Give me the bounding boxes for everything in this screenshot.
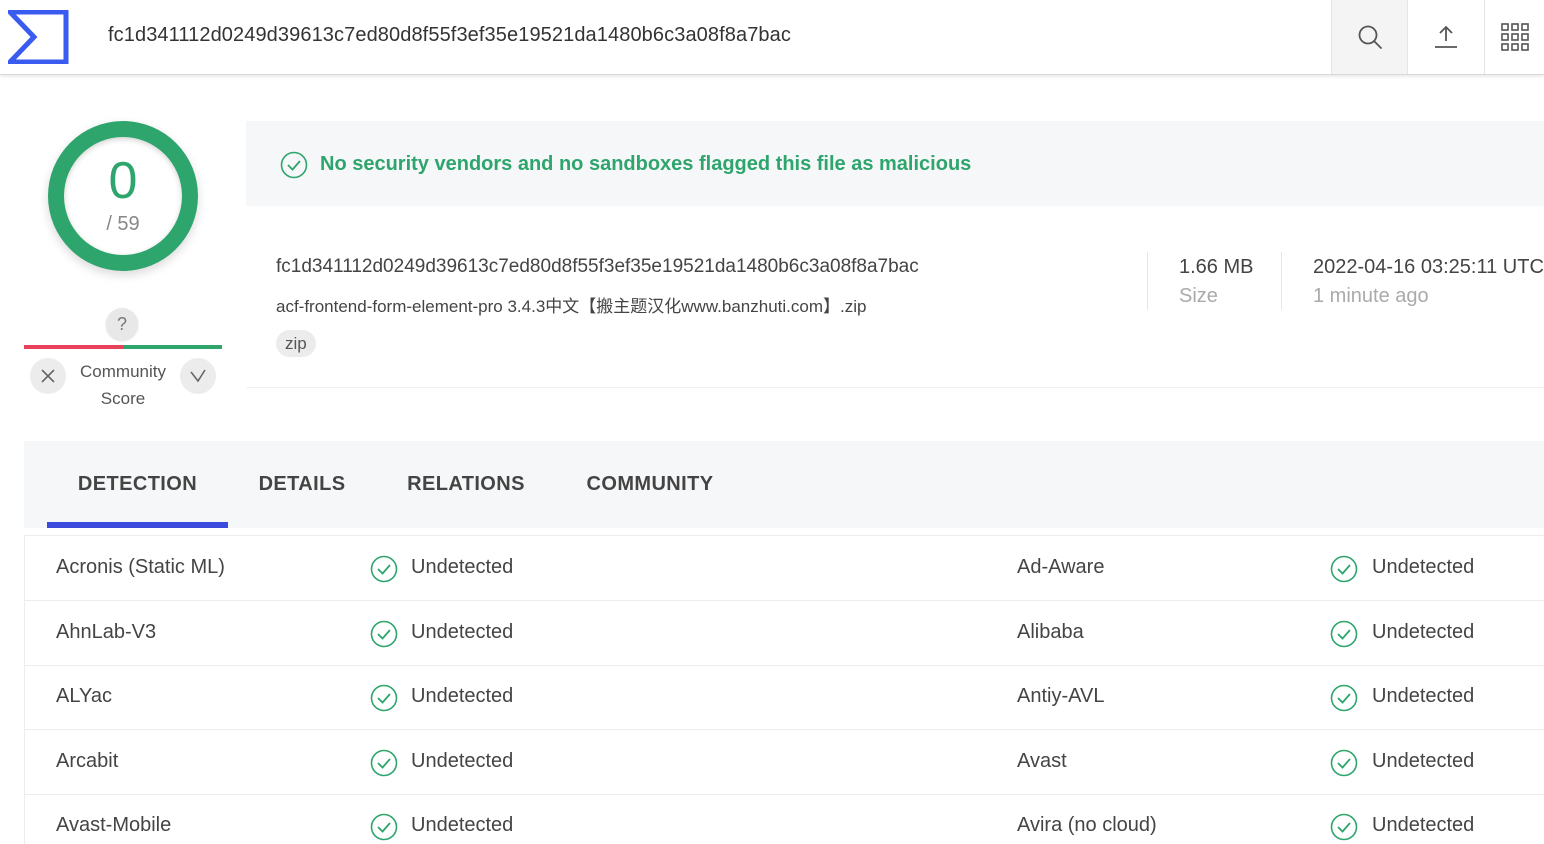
apps-menu-button[interactable]	[1485, 0, 1544, 74]
upload-button[interactable]	[1408, 0, 1485, 74]
detection-table: Acronis (Static ML) Undetected Ad-Aware …	[24, 535, 1544, 844]
table-row: Acronis (Static ML) Undetected Ad-Aware …	[25, 536, 1544, 601]
vendor-name[interactable]: Alibaba	[1017, 621, 1084, 644]
check-circle-icon	[1330, 813, 1358, 841]
analysis-relative-time: 1 minute ago	[1313, 285, 1429, 307]
vendor-name[interactable]: Avast	[1017, 750, 1067, 773]
detection-result: Undetected	[411, 814, 514, 836]
file-size-value: 1.66 MB	[1179, 256, 1254, 278]
vendor-name[interactable]: AhnLab-V3	[56, 621, 156, 644]
divider	[1281, 252, 1282, 310]
vendor-name[interactable]: ALYac	[56, 685, 112, 708]
detection-total: / 59	[106, 213, 140, 235]
community-score-indicator: ?	[106, 308, 138, 340]
check-circle-icon	[1330, 749, 1358, 777]
check-circle-icon	[370, 620, 398, 648]
table-row: AhnLab-V3 Undetected Alibaba Undetected	[25, 601, 1544, 666]
file-info-panel: fc1d341112d0249d39613c7ed80d8f55f3ef35e1…	[246, 206, 1544, 388]
detection-result: Undetected	[1372, 814, 1475, 836]
vendor-name[interactable]: Antiy-AVL	[1017, 685, 1104, 708]
tab-relations[interactable]: RELATIONS	[386, 441, 546, 528]
detection-positives: 0	[108, 152, 138, 210]
tab-detection[interactable]: DETECTION	[47, 441, 228, 528]
file-hash[interactable]: fc1d341112d0249d39613c7ed80d8f55f3ef35e1…	[276, 256, 919, 278]
file-type-tag[interactable]: zip	[276, 330, 316, 357]
check-circle-icon	[1330, 555, 1358, 583]
vendor-name[interactable]: Arcabit	[56, 750, 118, 773]
detection-result: Undetected	[411, 556, 514, 578]
close-icon	[41, 369, 55, 383]
check-circle-icon	[370, 555, 398, 583]
check-circle-icon	[1330, 684, 1358, 712]
detection-result: Undetected	[1372, 621, 1475, 643]
community-score-bar-positive	[123, 345, 222, 349]
tab-details[interactable]: DETAILS	[238, 441, 366, 528]
analysis-date: 2022-04-16 03:25:11 UTC	[1313, 256, 1544, 278]
search-button[interactable]	[1331, 0, 1408, 74]
detection-score-ring: 0 / 59	[48, 121, 198, 271]
upload-icon	[1435, 25, 1457, 48]
check-circle-icon	[370, 813, 398, 841]
virustotal-logo-icon[interactable]	[8, 10, 70, 64]
check-circle-icon	[280, 151, 308, 179]
file-name: acf-frontend-form-element-pro 3.4.3中文【搬主…	[276, 297, 867, 316]
verdict-message: No security vendors and no sandboxes fla…	[320, 153, 972, 175]
community-score-label: Community Score	[80, 362, 166, 408]
tab-community[interactable]: COMMUNITY	[566, 441, 734, 528]
table-row: Arcabit Undetected Avast Undetected	[25, 730, 1544, 795]
file-size-label: Size	[1179, 285, 1218, 307]
table-row: Avast-Mobile Undetected Avira (no cloud)…	[25, 794, 1544, 844]
community-score-bar-negative	[24, 345, 123, 349]
verdict-banner: No security vendors and no sandboxes fla…	[246, 121, 1544, 206]
vendor-name[interactable]: Ad-Aware	[1017, 556, 1104, 579]
detection-result: Undetected	[1372, 685, 1475, 707]
vote-harmless-button[interactable]	[180, 358, 216, 394]
vote-malicious-button[interactable]	[30, 358, 66, 394]
report-tabs: DETECTION DETAILS RELATIONS COMMUNITY	[24, 441, 1544, 528]
check-circle-icon	[1330, 620, 1358, 648]
vendor-name[interactable]: Avast-Mobile	[56, 814, 171, 837]
top-bar: fc1d341112d0249d39613c7ed80d8f55f3ef35e1…	[0, 0, 1544, 75]
detection-result: Undetected	[411, 621, 514, 643]
active-tab-indicator	[47, 522, 228, 528]
check-circle-icon	[370, 749, 398, 777]
detection-result: Undetected	[1372, 750, 1475, 772]
search-icon	[1358, 25, 1382, 49]
vendor-name[interactable]: Acronis (Static ML)	[56, 556, 225, 579]
detection-result: Undetected	[411, 750, 514, 772]
detection-result: Undetected	[1372, 556, 1475, 578]
grid-apps-icon	[1500, 23, 1529, 51]
vendor-name[interactable]: Avira (no cloud)	[1017, 814, 1157, 837]
table-row: ALYac Undetected Antiy-AVL Undetected	[25, 665, 1544, 730]
search-input[interactable]: fc1d341112d0249d39613c7ed80d8f55f3ef35e1…	[108, 24, 791, 47]
divider	[1147, 252, 1148, 310]
check-icon	[190, 369, 206, 383]
detection-result: Undetected	[411, 685, 514, 707]
check-circle-icon	[370, 684, 398, 712]
